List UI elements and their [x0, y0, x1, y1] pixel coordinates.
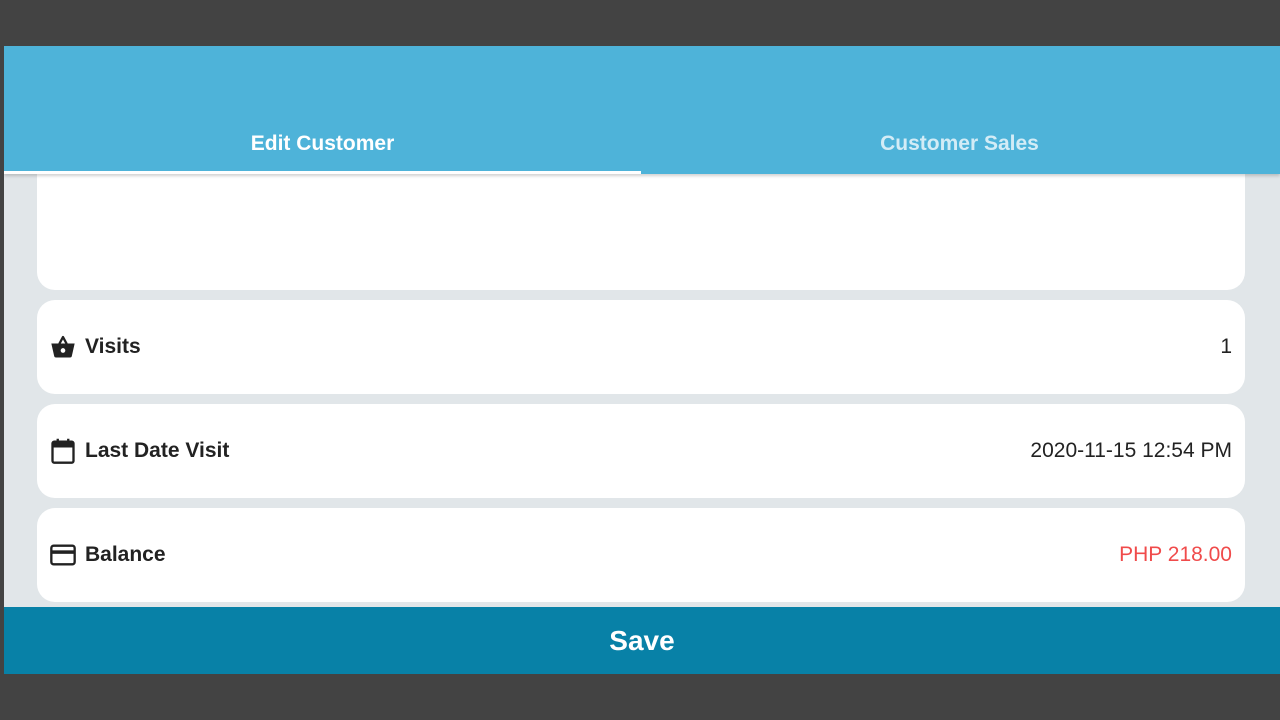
status-bar: [0, 0, 1280, 46]
tab-customer-sales-label: Customer Sales: [880, 132, 1039, 155]
basket-icon: [49, 333, 77, 361]
tab-edit-customer[interactable]: Edit Customer: [4, 122, 641, 174]
save-button[interactable]: Save: [4, 607, 1280, 674]
last-date-visit-row: Last Date Visit 2020-11-15 12:54 PM: [37, 404, 1245, 498]
tab-customer-sales[interactable]: Customer Sales: [641, 122, 1278, 174]
active-tab-indicator: [4, 171, 641, 174]
visits-value: 1: [1220, 335, 1232, 358]
navigation-bar: [0, 674, 1280, 720]
customer-details[interactable]: Visits 1 Last Date Visit 2020-11-15 12:5…: [4, 144, 1280, 607]
tab-edit-customer-label: Edit Customer: [250, 132, 395, 155]
balance-row: Balance PHP 218.00: [37, 508, 1245, 602]
visits-row: Visits 1: [37, 300, 1245, 394]
last-date-visit-label: Last Date Visit: [85, 439, 230, 462]
last-date-visit-value: 2020-11-15 12:54 PM: [1030, 439, 1232, 462]
balance-label: Balance: [85, 543, 166, 566]
visits-label: Visits: [85, 335, 141, 358]
app-window: Edit Customer Customer Sales Visits 1 La…: [4, 46, 1280, 674]
credit-card-icon: [49, 541, 77, 569]
app-bar: Edit Customer Customer Sales: [4, 46, 1280, 174]
calendar-icon: [49, 437, 77, 465]
balance-value: PHP 218.00: [1119, 543, 1232, 566]
